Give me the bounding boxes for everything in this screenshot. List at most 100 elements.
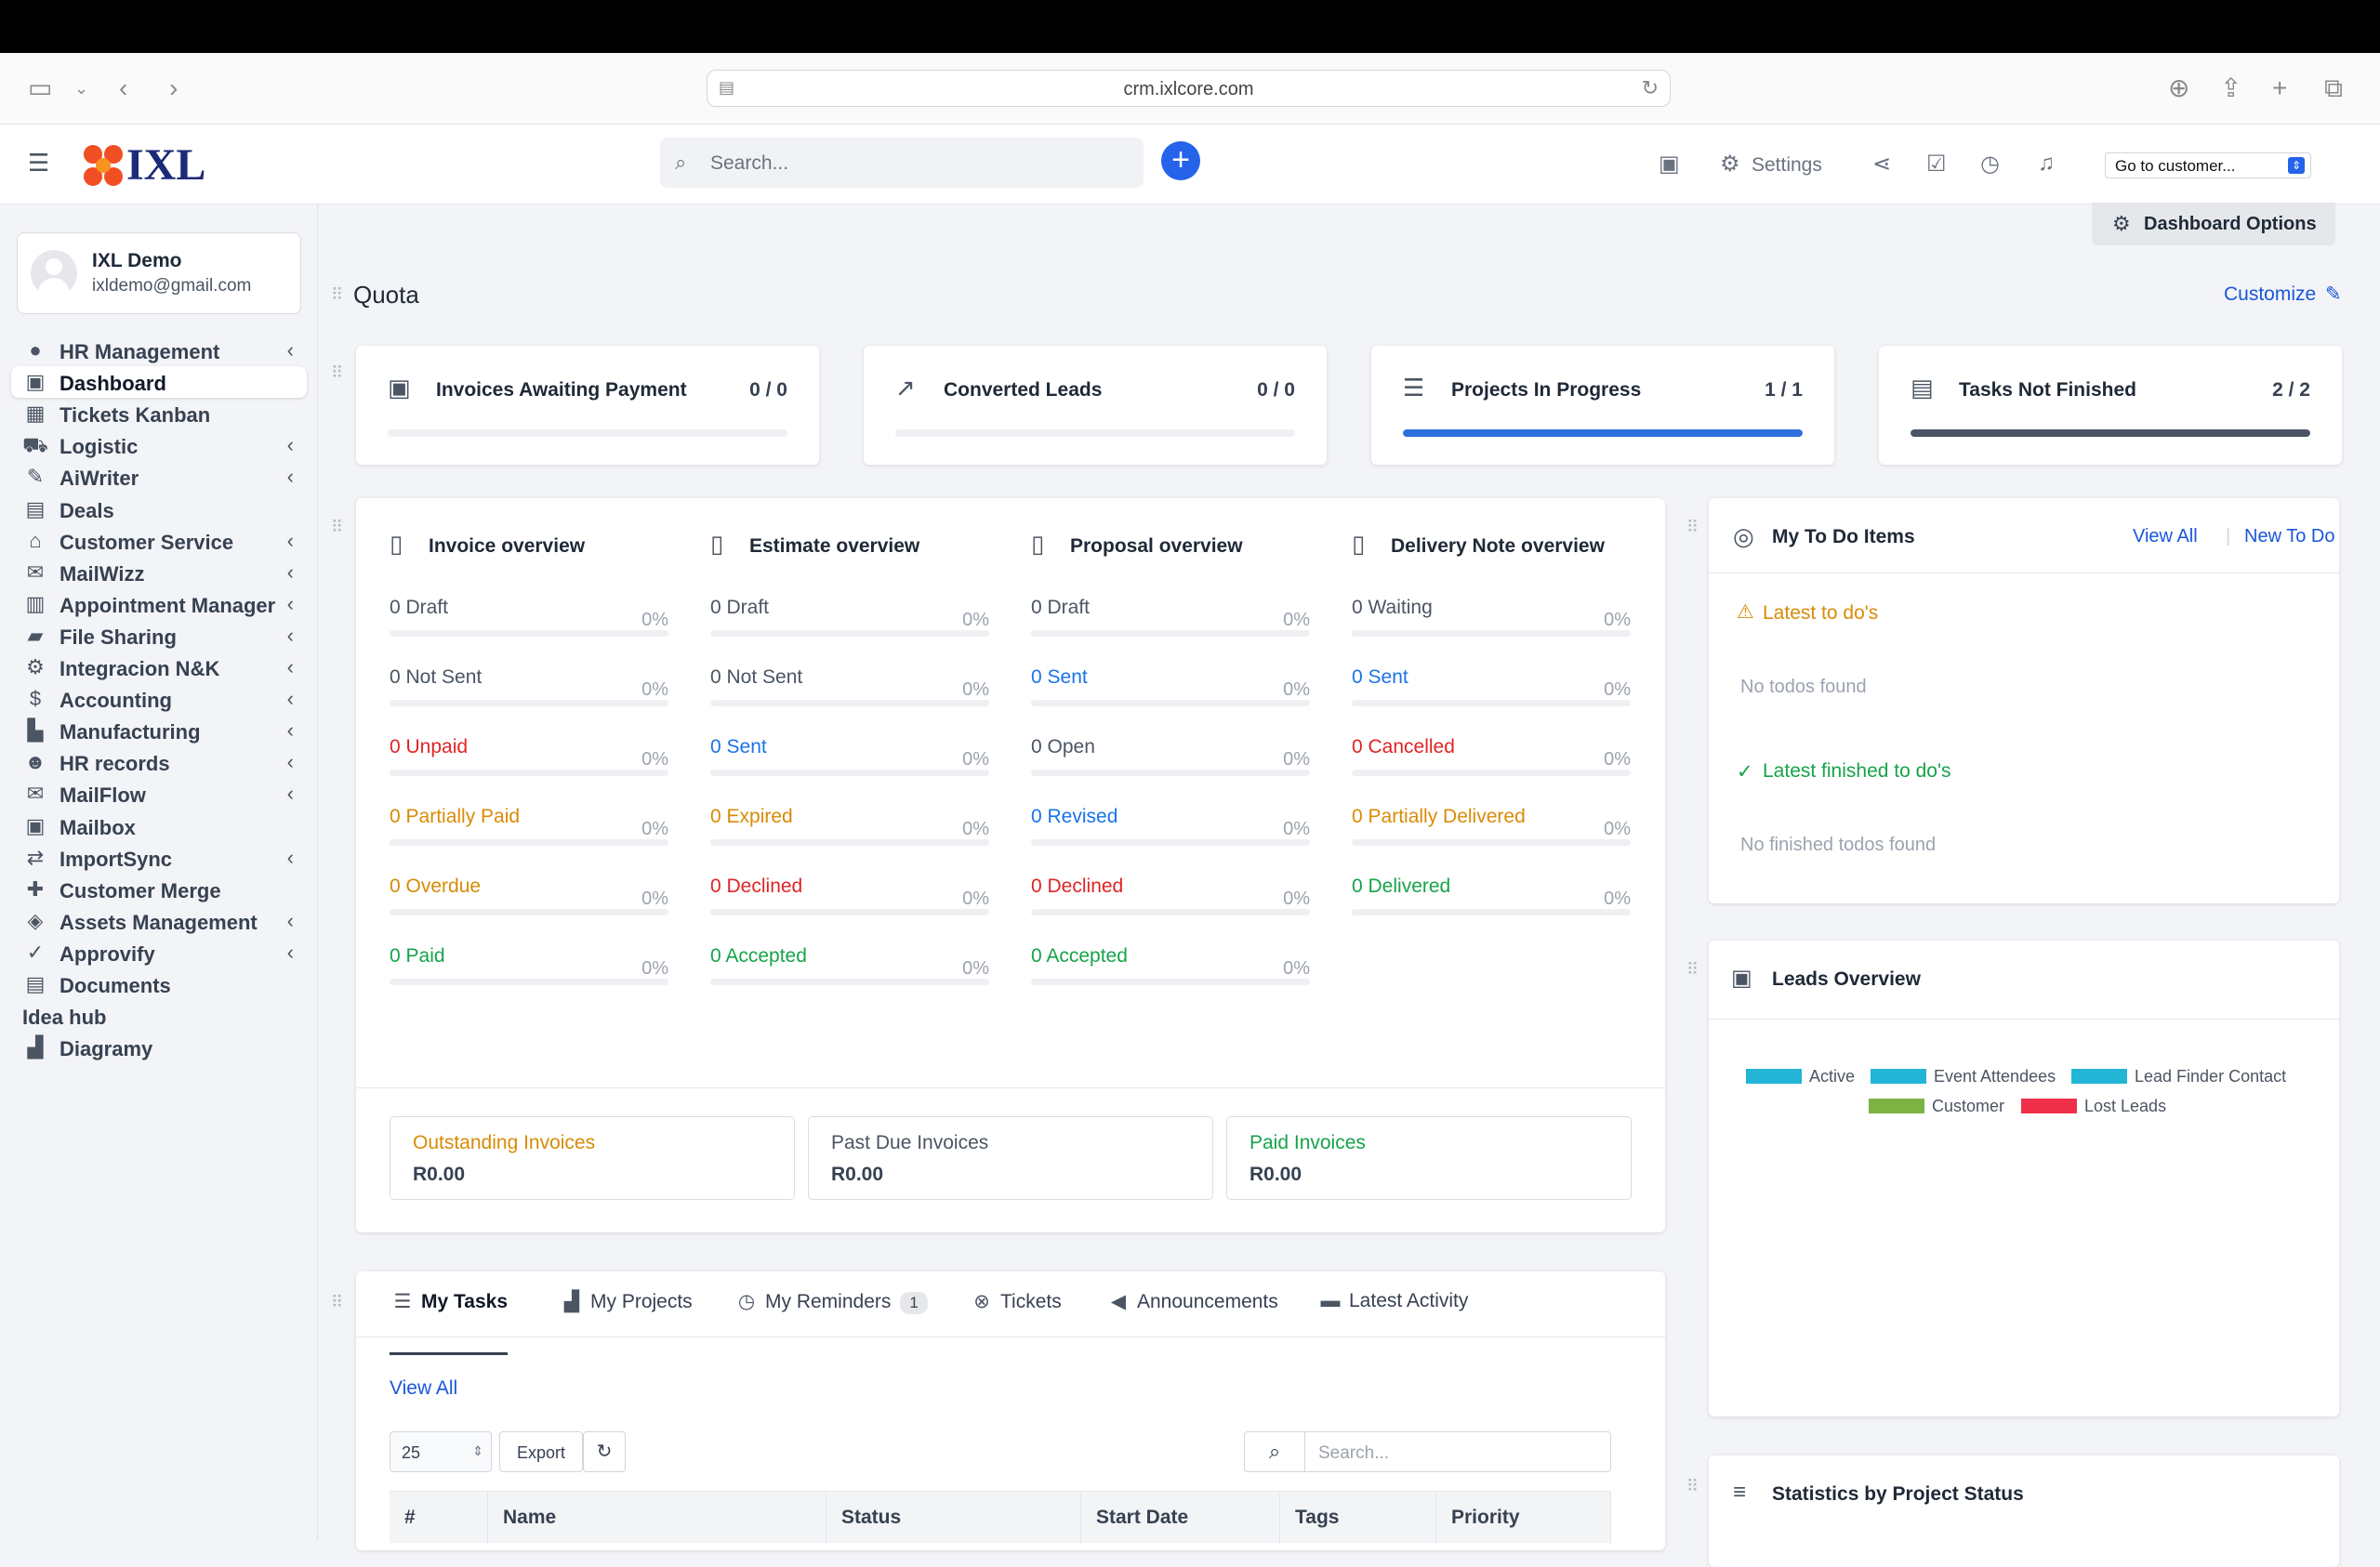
go-to-customer-select[interactable]: Go to customer... ⇕ <box>2105 152 2311 178</box>
drag-handle-icon[interactable]: ⠿ <box>331 364 344 381</box>
overview-row-label[interactable]: 0 Partially Delivered <box>1352 806 1526 828</box>
column-header[interactable]: Status <box>826 1492 1081 1544</box>
sidebar-item-integracion-n-k[interactable]: ⚙ Integracion N&K ‹ <box>11 652 307 683</box>
sidebar-item-idea-hub[interactable]: Idea hub <box>11 1000 307 1032</box>
share-icon[interactable]: ⇪ <box>2220 73 2241 103</box>
overview-row-label[interactable]: 0 Not Sent <box>710 666 802 689</box>
global-search[interactable]: ⌕ Search... <box>660 138 1144 188</box>
drag-handle-icon[interactable]: ⠿ <box>331 1294 344 1310</box>
sidebar-item-appointment-manager[interactable]: ▥ Appointment Manager ‹ <box>11 588 307 620</box>
drag-handle-icon[interactable]: ⠿ <box>331 519 344 535</box>
dashboard-options-button[interactable]: ⚙ Dashboard Options <box>2092 203 2335 245</box>
tab-my-reminders[interactable]: ◷ My Reminders 1 <box>734 1290 928 1327</box>
sidebar-item-assets-management[interactable]: ◈ Assets Management ‹ <box>11 905 307 937</box>
overview-row-label[interactable]: 0 Unpaid <box>390 736 468 758</box>
id-card-icon[interactable]: ▣ <box>1659 151 1680 178</box>
sidebar-item-aiwriter[interactable]: ✎ AiWriter ‹ <box>11 461 307 493</box>
legend-label[interactable]: Active <box>1809 1067 1855 1086</box>
legend-label[interactable]: Customer <box>1932 1097 2004 1116</box>
column-header[interactable]: Start Date <box>1081 1492 1280 1544</box>
overview-row-label[interactable]: 0 Draft <box>390 597 448 619</box>
legend-label[interactable]: Event Attendees <box>1934 1067 2056 1086</box>
todo-view-all-link[interactable]: View All <box>2133 526 2198 547</box>
sidebar-item-manufacturing[interactable]: ▙ Manufacturing ‹ <box>11 715 307 746</box>
sidebar-item-mailbox[interactable]: ▣ Mailbox <box>11 810 307 842</box>
drag-handle-icon[interactable]: ⠿ <box>1686 1478 1699 1495</box>
sidebar-item-mailwizz[interactable]: ✉ MailWizz ‹ <box>11 557 307 588</box>
download-icon[interactable]: ⊕ <box>2168 73 2189 103</box>
overview-row-label[interactable]: 0 Not Sent <box>390 666 482 689</box>
sidebar-item-logistic[interactable]: ⛟ Logistic ‹ <box>11 429 307 461</box>
column-header[interactable]: Name <box>488 1492 826 1544</box>
overview-row-label[interactable]: 0 Draft <box>1031 597 1090 619</box>
export-button[interactable]: Export <box>499 1431 583 1472</box>
new-todo-link[interactable]: New To Do <box>2244 526 2334 547</box>
overview-row-label[interactable]: 0 Overdue <box>390 876 481 898</box>
summary-box[interactable]: Past Due Invoices R0.00 <box>808 1116 1213 1200</box>
sidebar-item-customer-service[interactable]: ⌂ Customer Service ‹ <box>11 525 307 557</box>
overview-row-label[interactable]: 0 Declined <box>710 876 802 898</box>
tab-announcements[interactable]: ◀ Announcements <box>1105 1290 1278 1327</box>
bell-icon[interactable]: ♫ <box>2038 151 2055 177</box>
share-nodes-icon[interactable]: ⋖ <box>1872 151 1891 178</box>
sidebar-item-importsync[interactable]: ⇄ ImportSync ‹ <box>11 842 307 874</box>
overview-row-label[interactable]: 0 Sent <box>710 736 767 758</box>
tasks-view-all-link[interactable]: View All <box>390 1377 457 1400</box>
tab-tickets[interactable]: ⊗ Tickets <box>969 1290 1062 1327</box>
overview-row-label[interactable]: 0 Partially Paid <box>390 806 520 828</box>
tab-my-projects[interactable]: ▟ My Projects <box>559 1290 693 1327</box>
column-header[interactable]: # <box>390 1492 488 1544</box>
tasks-search-input[interactable]: Search... <box>1304 1431 1611 1472</box>
drag-handle-icon[interactable]: ⠿ <box>331 286 344 303</box>
sidebar-item-documents[interactable]: ▤ Documents <box>11 968 307 1000</box>
tab-latest-activity[interactable]: ▬ Latest Activity <box>1317 1290 1469 1327</box>
legend-label[interactable]: Lead Finder Contact <box>2135 1067 2286 1086</box>
address-bar[interactable]: ▤ crm.ixlcore.com ↻ <box>707 70 1671 107</box>
tabs-overview-icon[interactable]: ⧉ <box>2324 73 2343 103</box>
sidebar-item-diagramy[interactable]: ▟ Diagramy <box>11 1032 307 1063</box>
sidebar-item-file-sharing[interactable]: ▰ File Sharing ‹ <box>11 620 307 652</box>
drag-handle-icon[interactable]: ⠿ <box>1686 519 1699 535</box>
sidebar-item-customer-merge[interactable]: ✚ Customer Merge <box>11 874 307 905</box>
drag-handle-icon[interactable]: ⠿ <box>1686 961 1699 978</box>
customize-link[interactable]: Customize ✎ <box>2224 283 2342 306</box>
quick-add-button[interactable]: + <box>1161 141 1200 180</box>
new-tab-icon[interactable]: + <box>2272 73 2287 103</box>
overview-row-label[interactable]: 0 Waiting <box>1352 597 1433 619</box>
overview-row-label[interactable]: 0 Delivered <box>1352 876 1450 898</box>
sidebar-item-hr-records[interactable]: ☻ HR records ‹ <box>11 746 307 778</box>
back-icon[interactable]: ‹ <box>119 73 127 103</box>
sidebar-item-hr-management[interactable]: ● HR Management ‹ <box>11 335 307 366</box>
settings-button[interactable]: ⚙ Settings <box>1720 151 1822 178</box>
overview-row-label[interactable]: 0 Draft <box>710 597 769 619</box>
tab-my-tasks[interactable]: ☰ My Tasks <box>390 1290 508 1355</box>
chevron-down-icon[interactable]: ⌄ <box>74 73 88 103</box>
overview-row-label[interactable]: 0 Accepted <box>710 945 807 968</box>
checkbox-icon[interactable]: ☑ <box>1926 151 1947 178</box>
summary-box[interactable]: Outstanding Invoices R0.00 <box>390 1116 795 1200</box>
sidebar-item-mailflow[interactable]: ✉ MailFlow ‹ <box>11 778 307 810</box>
menu-icon[interactable]: ☰ <box>28 149 49 178</box>
page-size-select[interactable]: 25 ⇕ <box>390 1431 492 1472</box>
user-profile-card[interactable]: IXL Demo ixldemo@gmail.com <box>17 232 301 314</box>
overview-row-label[interactable]: 0 Declined <box>1031 876 1123 898</box>
summary-box[interactable]: Paid Invoices R0.00 <box>1226 1116 1632 1200</box>
reload-icon[interactable]: ↻ <box>1642 76 1659 100</box>
overview-row-label[interactable]: 0 Expired <box>710 806 793 828</box>
sidebar-item-tickets-kanban[interactable]: ▦ Tickets Kanban <box>11 398 307 429</box>
overview-row-label[interactable]: 0 Sent <box>1352 666 1408 689</box>
sidebar-item-dashboard[interactable]: ▣ Dashboard <box>11 366 307 399</box>
overview-row-label[interactable]: 0 Accepted <box>1031 945 1128 968</box>
clock-icon[interactable]: ◷ <box>1980 151 2000 178</box>
overview-row-label[interactable]: 0 Open <box>1031 736 1095 758</box>
overview-row-label[interactable]: 0 Sent <box>1031 666 1088 689</box>
overview-row-label[interactable]: 0 Revised <box>1031 806 1117 828</box>
overview-row-label[interactable]: 0 Paid <box>390 945 445 968</box>
forward-icon[interactable]: › <box>169 73 178 103</box>
overview-row-label[interactable]: 0 Cancelled <box>1352 736 1455 758</box>
sidebar-toggle-icon[interactable]: ▭ <box>28 73 52 103</box>
sidebar-item-deals[interactable]: ▤ Deals <box>11 494 307 525</box>
sidebar-item-approvify[interactable]: ✓ Approvify ‹ <box>11 937 307 968</box>
refresh-button[interactable]: ↻ <box>583 1431 626 1472</box>
sidebar-item-accounting[interactable]: $ Accounting ‹ <box>11 683 307 715</box>
